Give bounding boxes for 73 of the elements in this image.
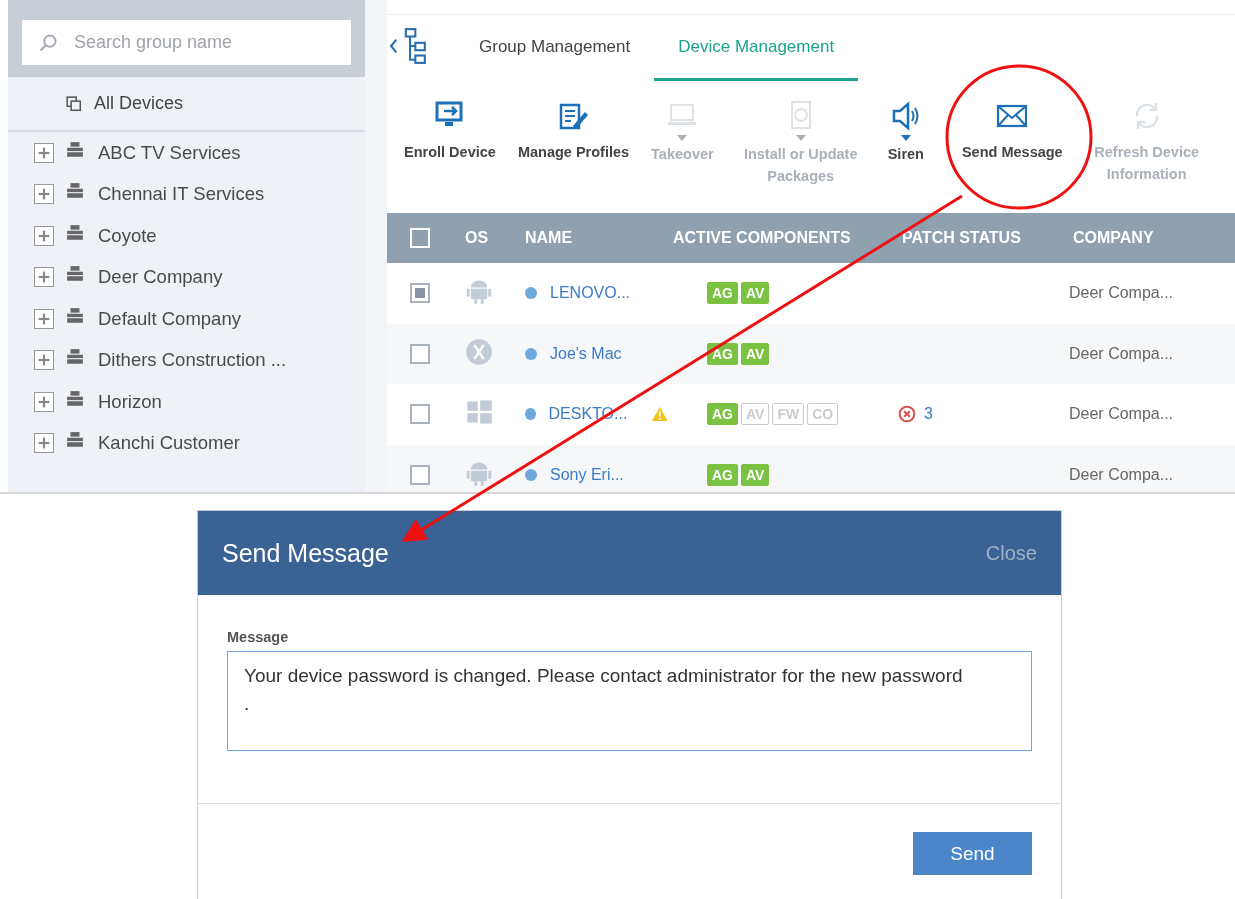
expand-toggle[interactable] (34, 350, 54, 371)
expand-toggle[interactable] (34, 433, 54, 454)
toolbar-button[interactable]: Enroll Device (393, 99, 507, 213)
row-checkbox[interactable] (410, 283, 430, 304)
expand-toggle[interactable] (34, 267, 54, 288)
caret-icon (677, 135, 688, 141)
all-devices-item[interactable]: All Devices (8, 77, 365, 132)
expand-toggle[interactable] (34, 308, 54, 329)
building-icon (66, 349, 84, 366)
column-header[interactable]: ACTIVE COMPONENTS (669, 229, 902, 247)
group-name[interactable]: Coyote (98, 224, 157, 247)
building-icon (66, 183, 84, 200)
building-icon (66, 390, 84, 407)
building-icon (66, 307, 84, 324)
error-icon (898, 405, 916, 424)
expand-toggle[interactable] (34, 184, 54, 205)
building-icon (66, 224, 84, 241)
group-name[interactable]: Dithers Construction ... (98, 349, 287, 372)
close-link[interactable]: Close (985, 541, 1037, 565)
toolbar-button[interactable]: Manage Profiles (506, 99, 641, 213)
row-checkbox[interactable] (410, 404, 430, 425)
group-name[interactable]: ABC TV Services (98, 141, 241, 164)
status-dot (525, 408, 536, 421)
caret-icon (795, 135, 806, 141)
message-field[interactable]: Your device password is changed. Please contact administrator for the new password . (227, 651, 1032, 751)
select-all-checkbox[interactable] (410, 228, 430, 248)
x-circle-icon (465, 337, 493, 366)
row-checkbox[interactable] (410, 464, 430, 485)
component-badge: AV (741, 342, 770, 365)
patch-count-link[interactable]: 3 (924, 405, 933, 424)
building-icon (66, 266, 84, 283)
component-badge: AG (707, 463, 738, 486)
group-name[interactable]: Deer Company (98, 266, 223, 289)
toolbar-button[interactable]: Siren (876, 99, 935, 213)
component-badge: AG (707, 403, 738, 426)
expand-toggle[interactable] (34, 391, 54, 412)
group-name[interactable]: Chennai IT Services (98, 183, 265, 206)
status-dot (525, 468, 537, 481)
windows-icon (465, 398, 493, 427)
company-cell-text: Deer Compa... (1069, 465, 1175, 484)
all-devices-label: All Devices (94, 93, 184, 114)
company-cell-text: Deer Compa... (1069, 405, 1175, 424)
search-field[interactable]: Search group name (22, 20, 351, 65)
group-name[interactable]: Kanchi Customer (98, 432, 240, 455)
row-checkbox[interactable] (410, 343, 430, 364)
tab[interactable]: Device Management (654, 15, 859, 81)
column-header[interactable]: COMPANY (1073, 229, 1235, 247)
component-badge: AG (707, 282, 738, 305)
building-icon (66, 432, 84, 449)
group-name[interactable]: Horizon (98, 390, 162, 413)
column-header[interactable]: OS (453, 229, 525, 247)
company-cell-text: Deer Compa... (1069, 284, 1175, 303)
expand-toggle[interactable] (34, 225, 54, 246)
device-name-link[interactable]: Joe's Mac (550, 344, 622, 363)
column-header[interactable]: NAME (525, 229, 669, 247)
tab[interactable]: Group Management (455, 15, 655, 81)
copy-icon (66, 95, 82, 112)
status-dot (525, 347, 537, 360)
building-icon (66, 141, 84, 158)
component-badge: AV (741, 463, 770, 486)
component-badge: AV (741, 282, 770, 305)
field-label: Message (227, 629, 290, 645)
caret-icon (900, 135, 911, 141)
device-name-link[interactable]: LENOVO... (550, 284, 631, 303)
group-name[interactable]: Default Company (98, 307, 241, 330)
toolbar-button[interactable]: Send Message (950, 99, 1074, 213)
dialog-title: Send Message (222, 538, 389, 568)
company-cell-text: Deer Compa... (1069, 344, 1175, 363)
device-name-link[interactable]: Sony Eri... (550, 465, 624, 484)
column-header[interactable]: PATCH STATUS (902, 229, 1073, 247)
expand-toggle[interactable] (34, 142, 54, 163)
status-dot (525, 287, 537, 300)
send-button[interactable]: Send (913, 832, 1032, 875)
